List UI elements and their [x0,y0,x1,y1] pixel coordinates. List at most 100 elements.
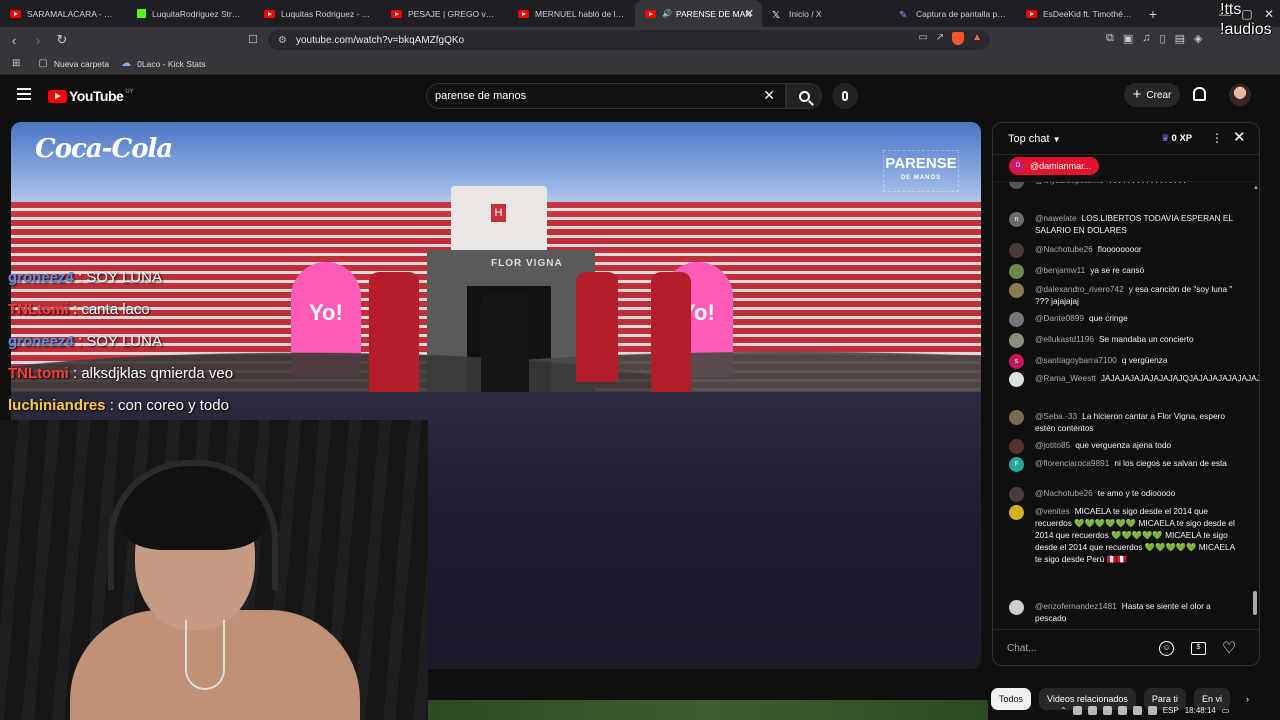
site-info-icon[interactable]: ⚙ [278,35,287,46]
chat-avatar[interactable] [1009,439,1024,454]
xp-badge[interactable]: ♛ 0 XP [1161,133,1192,144]
bookmark-icon[interactable]: ☐ [248,33,258,46]
chat-author[interactable]: @jotito85 [1035,440,1070,450]
chat-author[interactable]: @Rama_Weestt [1035,373,1096,383]
media-icon[interactable]: ♫ [1142,32,1150,45]
chat-avatar[interactable] [1009,283,1024,298]
reload-icon[interactable]: ↻ [52,32,72,48]
tray-app-icon[interactable] [1102,705,1112,715]
apps-grid-icon[interactable]: ⊞ [12,58,26,69]
notifications-bell-icon[interactable] [1193,87,1206,101]
tray-app-icon[interactable] [1072,705,1082,715]
browser-tab[interactable]: PESAJE | GREGO vs. GONC [381,0,508,27]
close-tab-icon[interactable]: ✕ [745,7,754,20]
more-options-icon[interactable]: ⋮ [1211,131,1223,145]
tray-app-icon[interactable] [1132,705,1142,715]
chat-message[interactable]: @ellukastd1196 Se mandaba un concierto [1009,333,1241,348]
close-chat-icon[interactable]: ✕ [1233,128,1246,146]
chat-message[interactable]: @dalexandro_rivero742 y esa canción de "s… [1009,283,1241,307]
chat-author[interactable]: @dalexandro_rivero742 [1035,284,1124,294]
super-chat-icon[interactable]: $ [1191,642,1206,655]
bookmark-kick-stats[interactable]: ☁ 0Laco - Kick Stats [121,58,206,69]
chat-message[interactable]: @Nachotube26 floooooooor [1009,243,1241,258]
chat-input[interactable]: Chat... [1007,640,1147,658]
chat-scrollbar[interactable]: ▲ [1253,185,1259,625]
browser-tab[interactable]: LuquitaRodriguez Stream [127,0,254,27]
bookmark-nueva-carpeta[interactable]: ▢ Nueva carpeta [38,58,109,69]
tray-app-icon[interactable] [1147,705,1157,715]
wallet-icon[interactable]: ▤ [1175,32,1185,45]
chat-author[interactable]: @lviysuloopeterno [1035,182,1103,185]
chat-author[interactable]: @venites [1035,506,1070,516]
pinned-user-badge[interactable]: D @damianmar... [1009,157,1100,175]
chat-avatar[interactable] [1009,312,1024,327]
chat-message[interactable]: n @nawelate LOS.LIBERTOS TODAVIA ESPERAN E… [1009,212,1241,236]
browser-tab[interactable]: 𝕏 Inicio / X [762,0,889,27]
extension-icon[interactable]: ⧉ [1106,32,1114,45]
browser-tab[interactable]: SARAMALACARA - CREO C [0,0,127,27]
tray-app-icon[interactable] [1117,705,1127,715]
create-button[interactable]: + Crear [1124,83,1180,107]
chat-author[interactable]: @enzofernandez1481 [1035,601,1117,611]
audio-playing-icon[interactable]: 🔊 [662,9,672,18]
brave-shield-icon[interactable] [952,32,965,45]
chat-message[interactable]: @Rama_Weestt JAJAJAJAJAJAJAJAJQJAJAJAJAJA… [1009,372,1259,387]
chat-avatar[interactable] [1009,600,1024,615]
chat-author[interactable]: @florenciaroca9891 [1035,458,1109,468]
chat-avatar[interactable] [1009,182,1024,189]
chat-message[interactable]: @enzofernandez1481 Hasta se siente el olo… [1009,600,1241,624]
cast-icon[interactable]: ▭ [918,32,927,45]
chat-message[interactable]: @Nachotube26 te amo y te odiooooo [1009,487,1241,502]
browser-tab[interactable]: ✎ Captura de pantalla por Li [889,0,1016,27]
tray-app-icon[interactable] [1087,705,1097,715]
chat-author[interactable]: @santiagoybarra7100 [1035,355,1117,365]
scroll-thumb[interactable] [1253,591,1257,615]
chat-avatar[interactable] [1009,264,1024,279]
chat-message[interactable]: @jotito85 que verguenza ajena todo [1009,439,1241,454]
chat-avatar[interactable] [1009,243,1024,258]
heart-icon[interactable]: ♡ [1222,638,1236,658]
chat-author[interactable]: @ellukastd1196 [1035,334,1094,344]
chat-avatar[interactable] [1009,333,1024,348]
chat-message[interactable]: @venites MICAELA te sigo desde el 2014 qu… [1009,505,1241,565]
browser-tab[interactable]: Luquitas Rodriguez - YouT [254,0,381,27]
notification-center-icon[interactable]: ▭ [1222,706,1230,715]
chat-message[interactable]: @Seba.-33 La hicieron cantar a Flor Vigna… [1009,410,1241,434]
chat-avatar[interactable] [1009,487,1024,502]
vpn-icon[interactable]: ◈ [1194,32,1202,45]
screenshot-icon[interactable]: ▣ [1123,32,1133,45]
search-input[interactable]: parense de manos ✕ [426,83,786,109]
chat-message[interactable]: s @santiagoybarra7100 q vergüenza [1009,354,1241,369]
scroll-up-icon[interactable]: ▲ [1253,185,1259,191]
back-icon[interactable]: ‹ [4,33,24,48]
chat-author[interactable]: @nawelate [1035,213,1077,223]
forward-icon[interactable]: › [28,33,48,48]
search-button[interactable] [786,83,822,109]
chat-author[interactable]: @Nachotube26 [1035,244,1093,254]
chat-avatar[interactable]: n [1009,212,1024,227]
chat-message[interactable]: @lviysuloopeterno????????????????? [1009,182,1241,189]
chat-avatar[interactable] [1009,505,1024,520]
account-avatar[interactable] [1229,84,1251,106]
chat-author[interactable]: @Dante0899 [1035,313,1084,323]
share-icon[interactable]: ↗ [936,32,944,45]
chat-author[interactable]: @benjamw11 [1035,265,1085,275]
new-tab-button[interactable]: + [1143,6,1163,22]
tray-chevron-icon[interactable]: ⌃ [1060,706,1067,715]
chat-message[interactable]: F @florenciaroca9891 ni los ciegos se salv… [1009,457,1241,472]
youtube-logo[interactable]: YouTube UY [48,88,134,104]
browser-tab[interactable]: 🔊 PARENSE DE MAN ✕ [635,0,762,27]
chat-avatar[interactable]: F [1009,457,1024,472]
chat-avatar[interactable] [1009,410,1024,425]
chat-author[interactable]: @Seba.-33 [1035,411,1077,421]
emoji-icon[interactable]: ☺ [1159,641,1174,656]
language-indicator[interactable]: ESP [1163,706,1179,715]
chat-mode-dropdown[interactable]: Top chat ▼ [1008,133,1061,145]
chat-message[interactable]: @Dante0899 que cringe [1009,312,1241,327]
filter-chip[interactable]: Todos [991,688,1032,710]
menu-icon[interactable] [17,88,31,103]
sidebar-icon[interactable]: ▯ [1160,32,1166,45]
address-bar[interactable]: ⚙ youtube.com/watch?v=bkqAMZfgQKo ▭ ↗ ▲ [268,30,990,50]
clear-search-icon[interactable]: ✕ [763,87,775,104]
browser-tab[interactable]: MERNUEL habló de la POL [508,0,635,27]
